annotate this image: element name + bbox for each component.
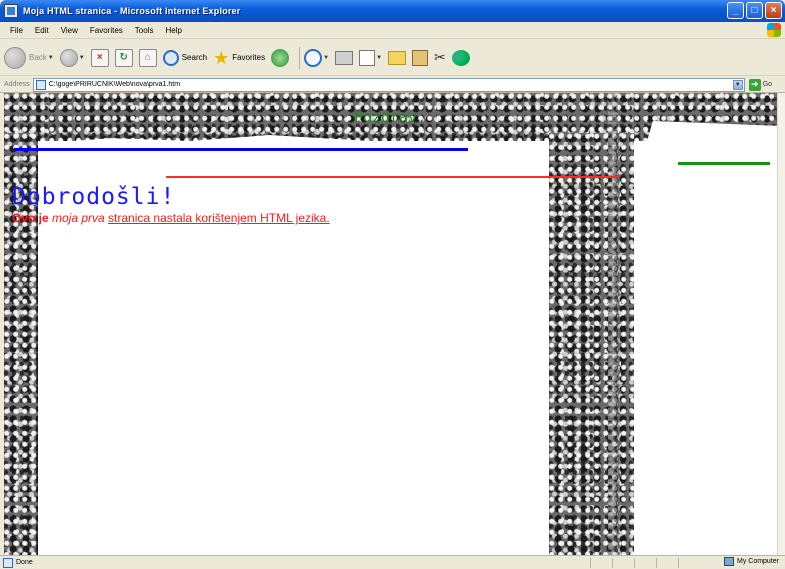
tool-icon: ✂ <box>434 49 446 65</box>
status-divider <box>678 558 679 568</box>
research-button[interactable] <box>412 49 429 66</box>
folder-button[interactable] <box>388 50 407 65</box>
messenger-button[interactable] <box>451 49 470 66</box>
address-field[interactable]: ▼ <box>32 77 745 92</box>
menu-file[interactable]: File <box>4 26 29 35</box>
maximize-button[interactable]: □ <box>746 2 763 19</box>
computer-icon <box>723 557 734 566</box>
welcome-heading: Dobrodošli! <box>12 184 176 210</box>
research-icon <box>412 49 429 66</box>
red-rule <box>166 176 619 178</box>
edit-button[interactable]: ▼ <box>359 49 382 66</box>
status-divider <box>634 558 635 568</box>
edit-dropdown-icon[interactable]: ▼ <box>376 55 382 61</box>
refresh-button[interactable]: ↻ <box>114 48 133 67</box>
greeting-text: Pozdrav. <box>354 108 427 126</box>
windows-logo-icon <box>767 23 781 37</box>
print-icon <box>335 50 354 65</box>
intro-paragraph: Ovo je moja prva stranica nastala korišt… <box>12 211 330 225</box>
back-icon <box>4 46 26 69</box>
intro-emphasis: moja prva <box>52 211 105 225</box>
forward-dropdown-icon[interactable]: ▼ <box>79 55 85 61</box>
zone-label: My Computer <box>736 558 779 565</box>
go-label: Go <box>762 81 773 88</box>
menu-favorites[interactable]: Favorites <box>84 26 129 35</box>
mail-icon <box>304 48 323 67</box>
menu-tools[interactable]: Tools <box>129 26 160 35</box>
ie-app-icon[interactable] <box>4 4 18 18</box>
folder-icon <box>388 50 407 65</box>
stone-strip <box>608 93 618 555</box>
close-button[interactable]: × <box>765 2 782 19</box>
title-bar: Moja HTML stranica - Microsoft Internet … <box>0 0 785 22</box>
stone-column <box>549 133 634 555</box>
status-text: Done <box>16 559 33 566</box>
back-label: Back <box>29 53 47 62</box>
minimize-button[interactable]: _ <box>727 2 744 19</box>
tool-button[interactable]: ✂ <box>434 49 446 66</box>
menu-help[interactable]: Help <box>159 26 187 35</box>
security-zone: My Computer <box>723 557 779 566</box>
toolbar-separator <box>299 46 301 69</box>
intro-text: Ovo je <box>12 211 53 225</box>
address-label: Address <box>4 81 30 88</box>
toolbar: Back ▼ ▼ × ↻ ⌂ Search ★ Favorites ▼ ▼ ✂ <box>0 40 785 76</box>
stop-button[interactable]: × <box>90 48 109 67</box>
green-rule <box>678 162 770 165</box>
print-button[interactable] <box>335 50 354 65</box>
intro-link[interactable]: stranica nastala korištenjem HTML jezika… <box>108 211 330 225</box>
history-icon <box>271 48 290 67</box>
history-button[interactable] <box>271 48 290 67</box>
blue-rule <box>14 148 468 151</box>
edit-icon <box>359 49 376 66</box>
mail-dropdown-icon[interactable]: ▼ <box>323 55 329 61</box>
messenger-icon <box>451 49 470 66</box>
back-button[interactable]: Back ▼ <box>4 46 54 69</box>
go-icon: ➜ <box>748 78 761 91</box>
stop-icon: × <box>90 48 109 67</box>
status-divider <box>656 558 657 568</box>
address-input[interactable] <box>48 81 709 88</box>
forward-button[interactable]: ▼ <box>59 48 85 67</box>
page-viewport: Pozdrav. Dobrodošli! Ovo je moja prva st… <box>4 93 777 555</box>
address-bar: Address ▼ ➜ Go <box>0 77 785 93</box>
search-icon <box>162 49 179 66</box>
refresh-icon: ↻ <box>114 48 133 67</box>
status-bar: Done My Computer <box>0 555 785 569</box>
favorites-button[interactable]: ★ Favorites <box>213 49 265 67</box>
vertical-scrollbar[interactable] <box>777 93 785 555</box>
window-controls: _ □ × <box>727 2 782 19</box>
paper-area-side <box>634 163 777 555</box>
star-icon: ★ <box>213 47 230 68</box>
menu-bar: File Edit View Favorites Tools Help <box>0 22 785 39</box>
status-divider <box>590 558 591 568</box>
menu-view[interactable]: View <box>55 26 84 35</box>
search-label: Search <box>181 53 208 62</box>
status-divider <box>612 558 613 568</box>
search-button[interactable]: Search <box>162 49 208 66</box>
home-button[interactable]: ⌂ <box>138 48 157 67</box>
forward-icon <box>59 48 78 67</box>
menu-edit[interactable]: Edit <box>29 26 55 35</box>
home-icon: ⌂ <box>138 48 157 67</box>
window-title: Moja HTML stranica - Microsoft Internet … <box>23 6 241 16</box>
page-icon <box>35 79 46 90</box>
mail-button[interactable]: ▼ <box>304 48 329 67</box>
status-page-icon <box>3 557 13 568</box>
back-dropdown-icon[interactable]: ▼ <box>48 55 54 61</box>
go-button[interactable]: ➜ Go <box>748 78 773 91</box>
favorites-label: Favorites <box>232 53 266 62</box>
address-dropdown-icon[interactable]: ▼ <box>732 79 743 90</box>
